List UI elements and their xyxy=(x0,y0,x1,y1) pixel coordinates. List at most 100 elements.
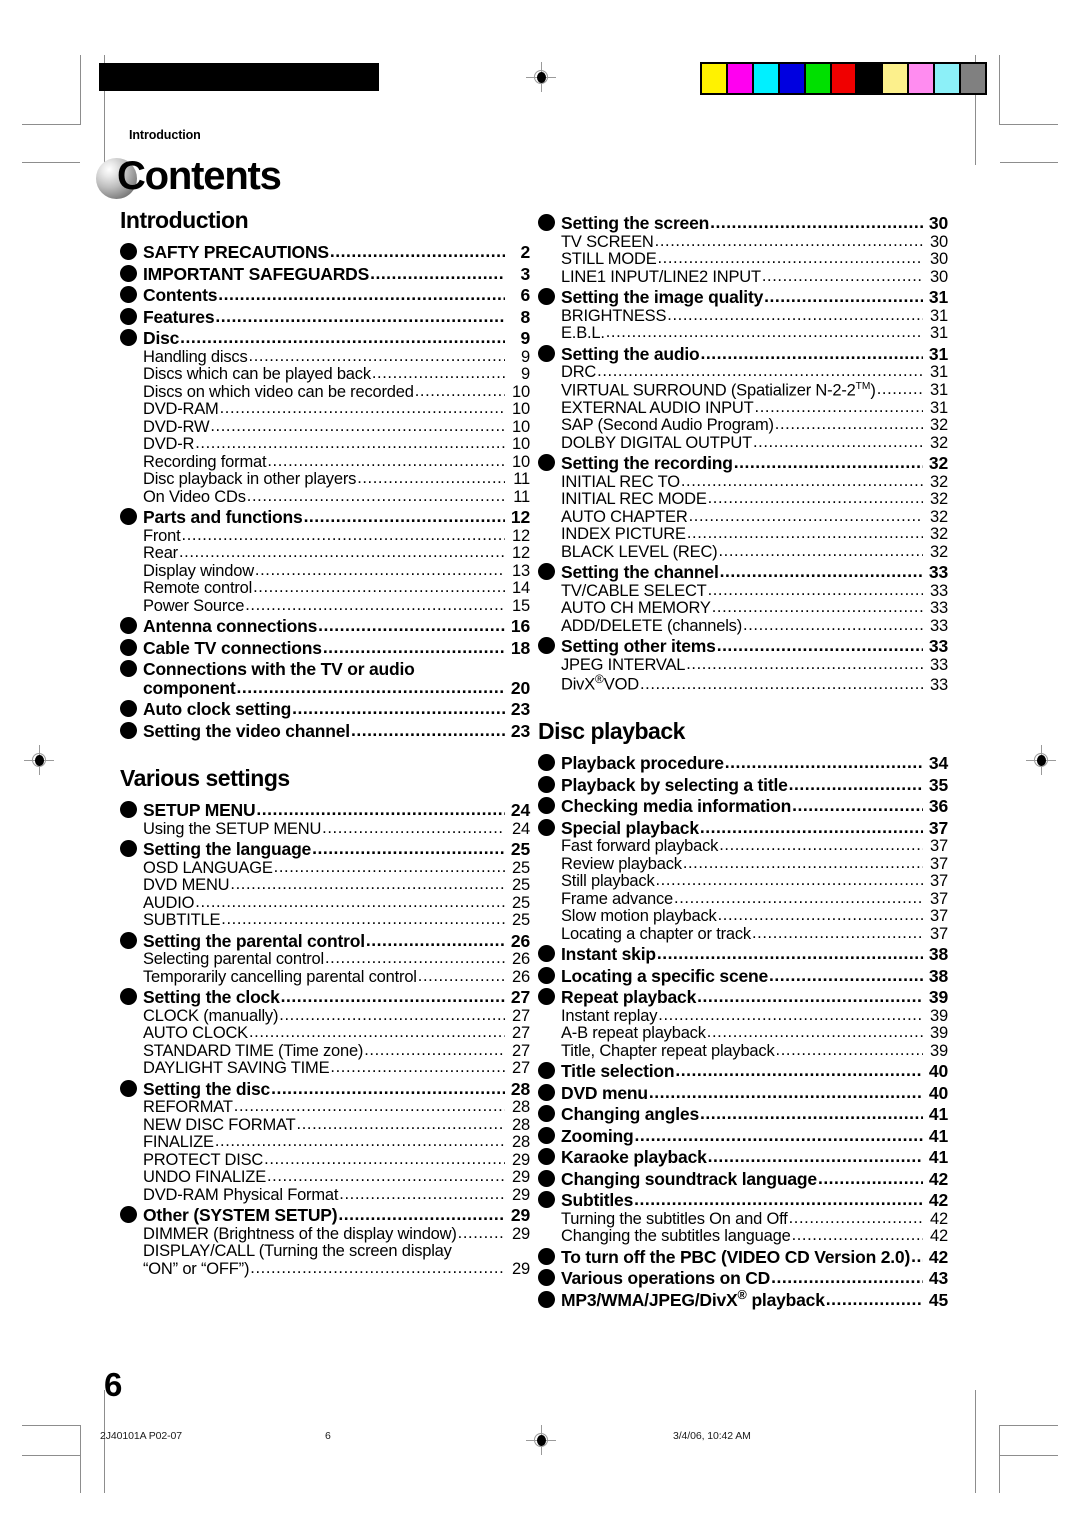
toc-entry[interactable]: A-B repeat playback.....................… xyxy=(538,1024,948,1042)
toc-entry[interactable]: Recording format........................… xyxy=(120,453,530,471)
toc-entry[interactable]: Auto clock setting......................… xyxy=(120,698,530,719)
toc-entry[interactable]: Other (SYSTEM SETUP)....................… xyxy=(120,1204,530,1225)
toc-entry[interactable]: Contents................................… xyxy=(120,284,530,305)
toc-entry[interactable]: Slow motion playback....................… xyxy=(538,907,948,925)
toc-entry[interactable]: Front...................................… xyxy=(120,527,530,545)
toc-entry[interactable]: Parts and functions.....................… xyxy=(120,506,530,527)
toc-entry[interactable]: TV/CABLE SELECT.........................… xyxy=(538,582,948,600)
toc-entry[interactable]: SETUP MENU..............................… xyxy=(120,799,530,820)
toc-entry[interactable]: SAP (Second Audio Program)..............… xyxy=(538,416,948,434)
toc-entry[interactable]: Cable TV connections....................… xyxy=(120,637,530,658)
toc-entry[interactable]: To turn off the PBC (VIDEO CD Version 2.… xyxy=(538,1246,948,1267)
toc-entry[interactable]: Setting the disc........................… xyxy=(120,1078,530,1099)
toc-entry[interactable]: Changing the subtitles language.........… xyxy=(538,1227,948,1245)
toc-entry[interactable]: DOLBY DIGITAL OUTPUT....................… xyxy=(538,434,948,452)
toc-entry[interactable]: DRC.....................................… xyxy=(538,363,948,381)
toc-entry[interactable]: Karaoke playback........................… xyxy=(538,1146,948,1167)
toc-entry[interactable]: DVD-RAM Physical Format.................… xyxy=(120,1186,530,1204)
toc-entry[interactable]: LINE1 INPUT/LINE2 INPUT.................… xyxy=(538,268,948,286)
toc-entry[interactable]: BRIGHTNESS..............................… xyxy=(538,307,948,325)
toc-entry[interactable]: DISPLAY/CALL (Turning the screen display… xyxy=(120,1243,530,1260)
toc-entry[interactable]: Setting other items.....................… xyxy=(538,635,948,656)
toc-entry[interactable]: E.B.L...................................… xyxy=(538,324,948,342)
toc-entry[interactable]: Still playback..........................… xyxy=(538,872,948,890)
toc-entry[interactable]: ADD/DELETE (channels)...................… xyxy=(538,617,948,635)
toc-entry[interactable]: AUTO CH MEMORY..........................… xyxy=(538,599,948,617)
toc-entry[interactable]: Playback procedure......................… xyxy=(538,752,948,773)
toc-entry[interactable]: “ON” or “OFF”)..........................… xyxy=(120,1260,530,1278)
toc-entry[interactable]: DAYLIGHT SAVING TIME....................… xyxy=(120,1059,530,1077)
toc-entry[interactable]: Review playback.........................… xyxy=(538,855,948,873)
toc-entry[interactable]: Turning the subtitles On and Off........… xyxy=(538,1210,948,1228)
toc-entry[interactable]: Temporarily cancelling parental control.… xyxy=(120,968,530,986)
toc-entry[interactable]: Setting the parental control............… xyxy=(120,930,530,951)
toc-entry[interactable]: DivX®VOD................................… xyxy=(538,673,948,693)
toc-entry[interactable]: Playback by selecting a title...........… xyxy=(538,774,948,795)
toc-entry[interactable]: Disc....................................… xyxy=(120,327,530,348)
toc-entry[interactable]: DVD menu................................… xyxy=(538,1082,948,1103)
toc-entry[interactable]: DVD MENU................................… xyxy=(120,876,530,894)
toc-entry[interactable]: CLOCK (manually)........................… xyxy=(120,1007,530,1025)
toc-entry[interactable]: INDEX PICTURE...........................… xyxy=(538,525,948,543)
toc-entry[interactable]: STILL MODE..............................… xyxy=(538,250,948,268)
toc-entry[interactable]: Setting the clock.......................… xyxy=(120,986,530,1007)
toc-entry[interactable]: Frame advance...........................… xyxy=(538,890,948,908)
toc-entry[interactable]: On Video CDs............................… xyxy=(120,488,530,506)
toc-entry[interactable]: Setting the recording...................… xyxy=(538,452,948,473)
toc-entry[interactable]: Title selection.........................… xyxy=(538,1060,948,1081)
toc-entry[interactable]: JPEG INTERVAL...........................… xyxy=(538,656,948,674)
toc-entry[interactable]: Title, Chapter repeat playback..........… xyxy=(538,1042,948,1060)
toc-entry[interactable]: PROTECT DISC............................… xyxy=(120,1151,530,1169)
toc-entry[interactable]: REFORMAT................................… xyxy=(120,1098,530,1116)
toc-entry[interactable]: Setting the audio.......................… xyxy=(538,343,948,364)
toc-entry[interactable]: DVD-R...................................… xyxy=(120,435,530,453)
toc-entry[interactable]: Setting the screen......................… xyxy=(538,212,948,233)
toc-entry[interactable]: Setting the channel.....................… xyxy=(538,561,948,582)
toc-entry[interactable]: STANDARD TIME (Time zone)...............… xyxy=(120,1042,530,1060)
toc-entry[interactable]: Fast forward playback...................… xyxy=(538,837,948,855)
toc-entry[interactable]: Instant skip............................… xyxy=(538,943,948,964)
toc-entry[interactable]: Repeat playback.........................… xyxy=(538,986,948,1007)
toc-entry[interactable]: Changing angles.........................… xyxy=(538,1103,948,1124)
toc-entry[interactable]: Disc playback in other players..........… xyxy=(120,470,530,488)
toc-entry[interactable]: DVD-RAM.................................… xyxy=(120,400,530,418)
toc-entry[interactable]: Setting the image quality...............… xyxy=(538,286,948,307)
toc-entry[interactable]: Features................................… xyxy=(120,306,530,327)
toc-entry[interactable]: Selecting parental control..............… xyxy=(120,950,530,968)
toc-entry[interactable]: Subtitles...............................… xyxy=(538,1189,948,1210)
toc-entry[interactable]: Locating a chapter or track.............… xyxy=(538,925,948,943)
toc-entry[interactable]: Rear....................................… xyxy=(120,544,530,562)
toc-entry[interactable]: DVD-RW..................................… xyxy=(120,418,530,436)
toc-entry[interactable]: SAFTY PRECAUTIONS.......................… xyxy=(120,241,530,262)
toc-entry[interactable]: Discs on which video can be recorded....… xyxy=(120,383,530,401)
toc-entry[interactable]: FINALIZE................................… xyxy=(120,1133,530,1151)
toc-entry[interactable]: OSD LANGUAGE............................… xyxy=(120,859,530,877)
toc-entry[interactable]: INITIAL REC TO..........................… xyxy=(538,473,948,491)
toc-entry[interactable]: Zooming.................................… xyxy=(538,1125,948,1146)
toc-entry[interactable]: AUTO CLOCK..............................… xyxy=(120,1024,530,1042)
toc-entry[interactable]: NEW DISC FORMAT.........................… xyxy=(120,1116,530,1134)
toc-entry[interactable]: BLACK LEVEL (REC).......................… xyxy=(538,543,948,561)
toc-entry[interactable]: Handling discs..........................… xyxy=(120,348,530,366)
toc-entry[interactable]: INITIAL REC MODE........................… xyxy=(538,490,948,508)
toc-entry[interactable]: Setting the language....................… xyxy=(120,838,530,859)
toc-entry[interactable]: Instant replay..........................… xyxy=(538,1007,948,1025)
toc-entry[interactable]: Remote control..........................… xyxy=(120,579,530,597)
toc-entry[interactable]: Various operations on CD................… xyxy=(538,1267,948,1288)
toc-entry[interactable]: MP3/WMA/JPEG/DivX® playback.............… xyxy=(538,1289,948,1310)
toc-entry[interactable]: Display window..........................… xyxy=(120,562,530,580)
toc-entry[interactable]: AUTO CHAPTER............................… xyxy=(538,508,948,526)
toc-entry[interactable]: Special playback........................… xyxy=(538,817,948,838)
toc-entry[interactable]: Setting the video channel...............… xyxy=(120,720,530,741)
toc-entry[interactable]: Checking media information..............… xyxy=(538,795,948,816)
toc-entry[interactable]: Power Source............................… xyxy=(120,597,530,615)
toc-entry[interactable]: VIRTUAL SURROUND (Spatializer N-2-2TM)..… xyxy=(538,381,948,399)
toc-entry[interactable]: IMPORTANT SAFEGUARDS....................… xyxy=(120,263,530,284)
toc-entry[interactable]: Locating a specific scene...............… xyxy=(538,965,948,986)
toc-entry[interactable]: UNDO FINALIZE...........................… xyxy=(120,1168,530,1186)
toc-entry[interactable]: SUBTITLE................................… xyxy=(120,911,530,929)
toc-entry[interactable]: TV SCREEN...............................… xyxy=(538,233,948,251)
toc-entry[interactable]: EXTERNAL AUDIO INPUT....................… xyxy=(538,399,948,417)
toc-entry[interactable]: AUDIO...................................… xyxy=(120,894,530,912)
toc-entry[interactable]: Changing soundtrack language............… xyxy=(538,1168,948,1189)
